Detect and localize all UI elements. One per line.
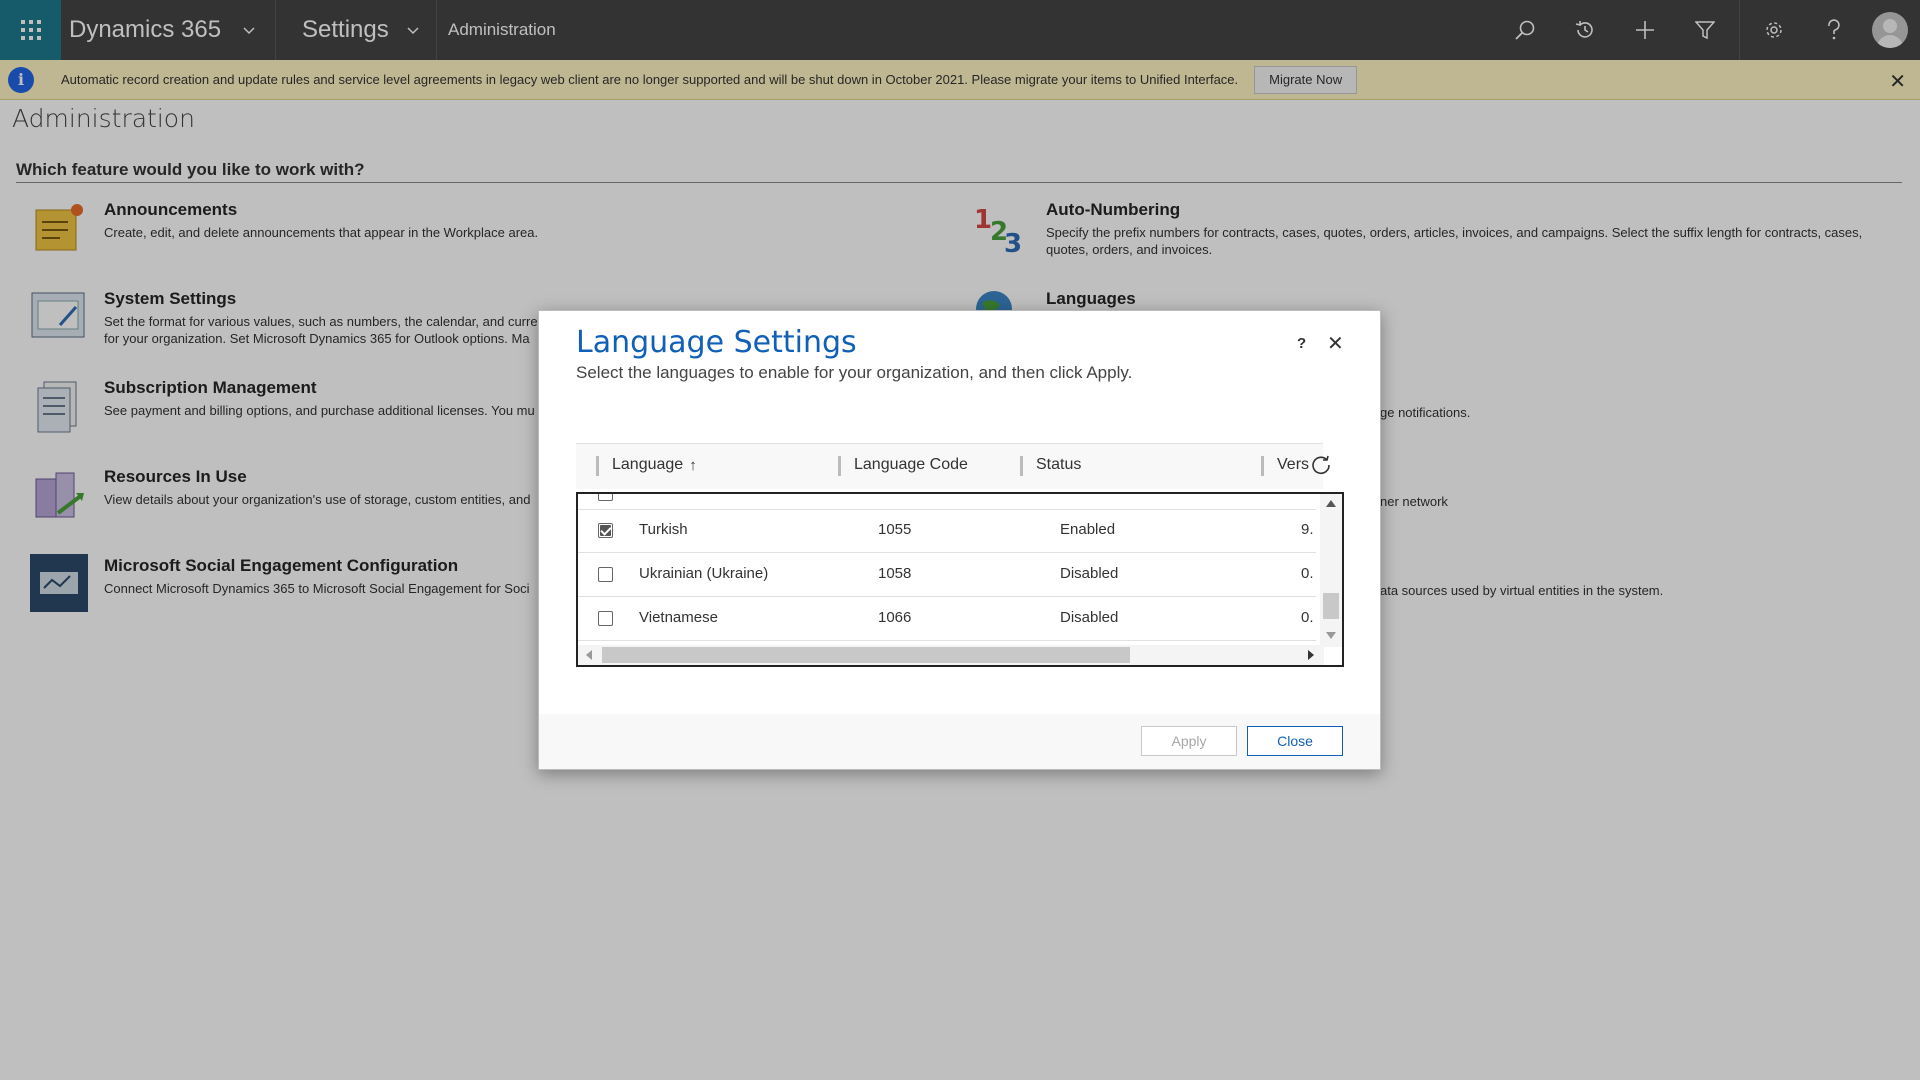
close-button[interactable]: Close [1247,726,1343,756]
sort-ascending-icon: ↑ [689,456,697,474]
column-resizer[interactable] [1020,456,1023,476]
column-resizer[interactable] [1261,456,1264,476]
row-checkbox[interactable] [598,494,613,501]
apply-button[interactable]: Apply [1141,726,1237,756]
column-header-status[interactable]: Status [1036,456,1081,474]
row-checkbox[interactable] [598,611,613,626]
row-checkbox[interactable] [598,567,613,582]
cell-version: 0. [1301,609,1314,626]
vertical-scrollbar[interactable] [1320,494,1342,647]
column-header-language[interactable]: Language ↑ [612,456,697,474]
close-icon[interactable]: ✕ [1327,331,1344,356]
cell-language-code: 1055 [878,521,912,538]
grid-header: Language ↑ Language Code Status Vers [576,443,1323,489]
column-resizer[interactable] [838,456,841,476]
scroll-down-icon[interactable] [1326,632,1336,639]
horizontal-scrollbar[interactable] [578,645,1324,665]
column-header-language-code[interactable]: Language Code [854,456,968,474]
scroll-right-icon[interactable] [1308,650,1314,660]
scroll-up-icon[interactable] [1326,500,1336,507]
language-grid: Turkish 1055 Enabled 9. Ukrainian (Ukrai… [576,492,1344,667]
help-icon[interactable]: ? [1297,335,1306,352]
cell-status: Disabled [1060,565,1119,582]
column-resizer[interactable] [596,456,599,476]
cell-language: Ukrainian (Ukraine) [639,565,769,582]
cell-language-code: 1058 [878,565,912,582]
scroll-thumb[interactable] [1323,593,1339,619]
cell-language-code: 1066 [878,609,912,626]
cell-status: Disabled [1060,609,1119,626]
table-row[interactable]: Vietnamese 1066 Disabled 0. [578,597,1316,641]
scroll-thumb[interactable] [602,647,1130,663]
cell-language: Vietnamese [639,609,718,626]
cell-language: Turkish [639,521,688,538]
refresh-icon[interactable] [1311,455,1331,475]
cell-status: Enabled [1060,521,1116,538]
table-row[interactable]: Ukrainian (Ukraine) 1058 Disabled 0. [578,553,1316,597]
dialog-title: Language Settings [576,325,857,360]
table-row[interactable] [578,494,1316,510]
cell-version: 0. [1301,565,1314,582]
column-header-version[interactable]: Vers [1277,456,1309,474]
column-label: Status [1036,456,1082,473]
cell-version: 9. [1301,521,1314,538]
column-label: Vers [1277,456,1310,473]
language-settings-dialog: Language Settings Select the languages t… [538,310,1381,770]
column-label: Language Code [854,456,968,473]
column-label: Language [612,456,684,473]
scroll-left-icon[interactable] [586,650,592,660]
table-row[interactable]: Turkish 1055 Enabled 9. [578,509,1316,553]
row-checkbox[interactable] [598,523,613,538]
dialog-subtitle: Select the languages to enable for your … [576,363,1133,382]
